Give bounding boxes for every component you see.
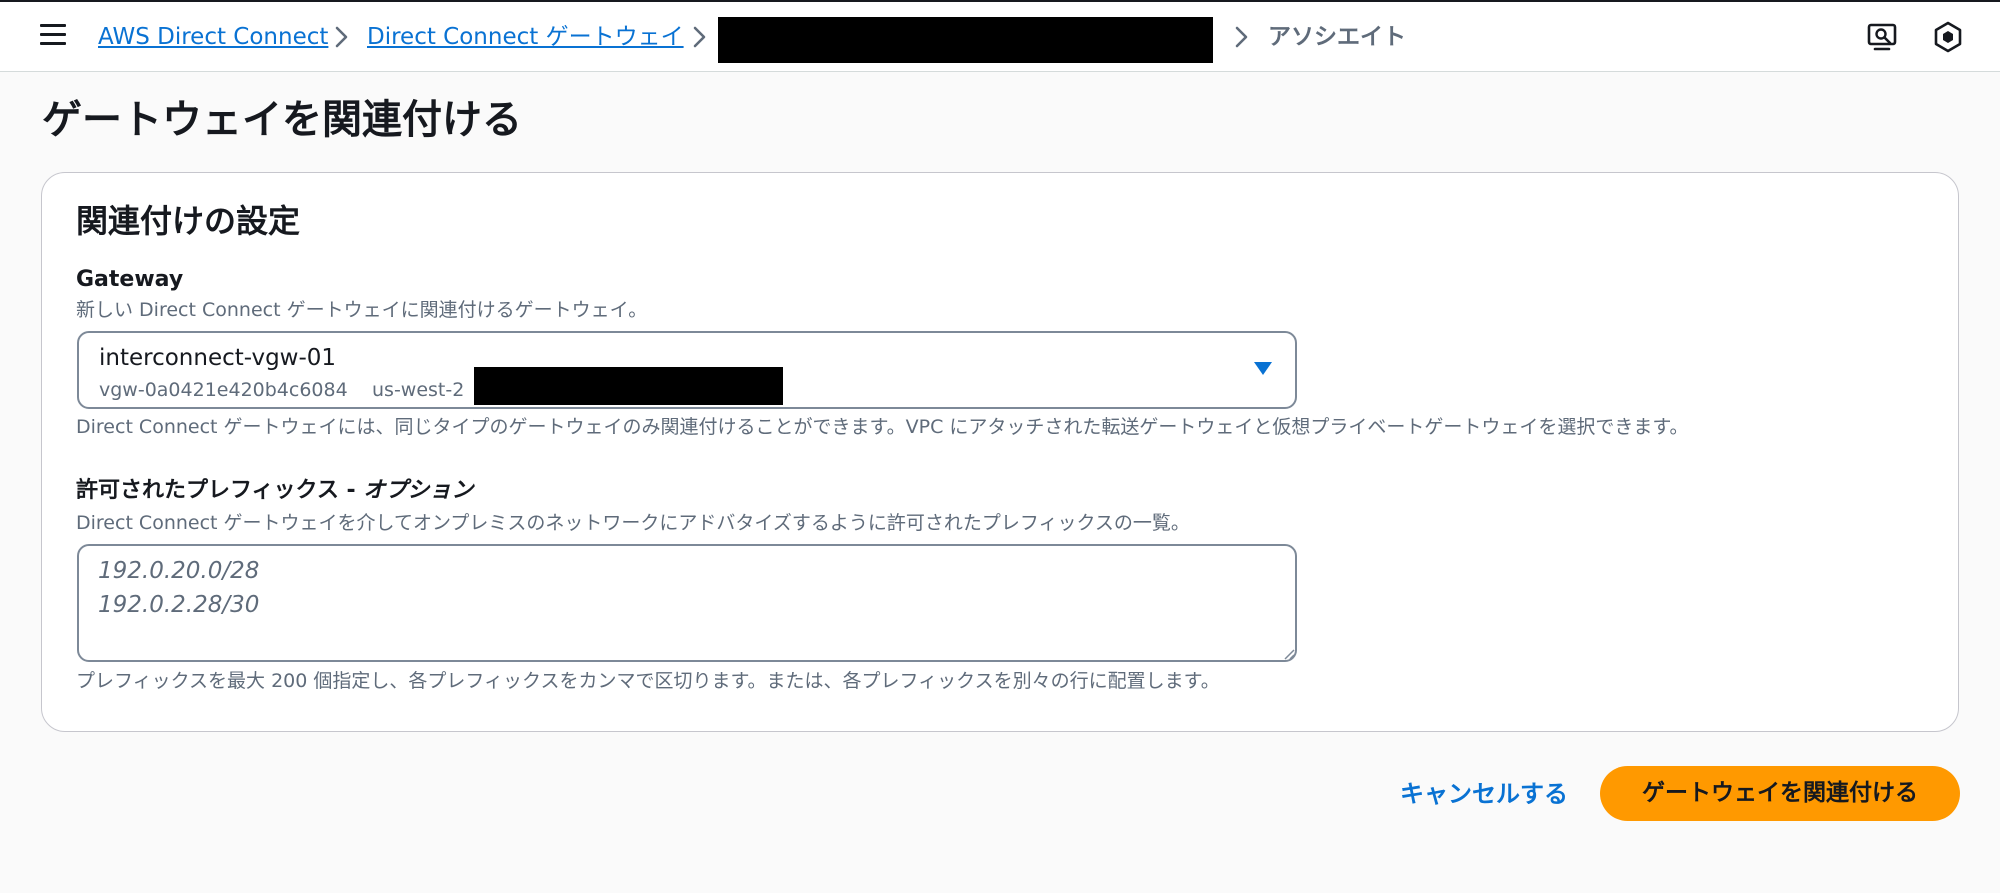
allowed-prefixes-textarea[interactable] [77, 544, 1297, 662]
associate-gateway-button[interactable]: ゲートウェイを関連付ける [1600, 766, 1960, 821]
breadcrumb-current: アソシエイト [1268, 24, 1406, 50]
menu-icon[interactable] [40, 24, 66, 46]
caret-down-icon[interactable] [1253, 361, 1273, 377]
breadcrumb-aws-direct-connect[interactable]: AWS Direct Connect [98, 20, 328, 54]
resize-grip-icon[interactable] [1283, 648, 1295, 660]
chevron-right-icon [1235, 26, 1248, 48]
redacted-gateway-name [718, 17, 1213, 63]
breadcrumb-direct-connect-gateway[interactable]: Direct Connect ゲートウェイ [367, 20, 684, 54]
chevron-right-icon [693, 26, 706, 48]
gateway-description: 新しい Direct Connect ゲートウェイに関連付けるゲートウェイ。 [76, 299, 648, 321]
feedback-icon[interactable] [1866, 20, 1900, 54]
page-title: ゲートウェイを関連付ける [42, 97, 522, 143]
association-settings-panel: 関連付けの設定 Gateway 新しい Direct Connect ゲートウェ… [41, 172, 1959, 732]
settings-hex-icon[interactable] [1931, 20, 1965, 54]
gateway-selected-region: us-west-2 [372, 379, 465, 401]
chevron-right-icon [335, 26, 348, 48]
allowed-prefixes-description: Direct Connect ゲートウェイを介してオンプレミスのネットワークにア… [76, 512, 1190, 534]
panel-title: 関連付けの設定 [76, 202, 301, 240]
gateway-label: Gateway [76, 267, 184, 292]
allowed-prefixes-constraint-text: プレフィックスを最大 200 個指定し、各プレフィックスをカンマで区切ります。ま… [76, 670, 1220, 692]
gateway-select[interactable]: interconnect-vgw-01 vgw-0a0421e420b4c608… [77, 331, 1297, 409]
allowed-prefixes-label: 許可されたプレフィックス - オプション [76, 476, 473, 506]
allowed-prefixes-label-text: 許可されたプレフィックス - [76, 478, 364, 503]
redacted-account-id [474, 367, 783, 405]
gateway-constraint-text: Direct Connect ゲートウェイには、同じタイプのゲートウェイのみ関連… [76, 416, 1689, 438]
gateway-selected-id: vgw-0a0421e420b4c6084 [99, 379, 348, 401]
gateway-selected-name: interconnect-vgw-01 [99, 345, 337, 371]
top-navigation-bar: AWS Direct Connect Direct Connect ゲートウェイ… [0, 0, 2000, 72]
optional-label: オプション [363, 478, 474, 503]
cancel-button[interactable]: キャンセルする [1388, 768, 1580, 820]
